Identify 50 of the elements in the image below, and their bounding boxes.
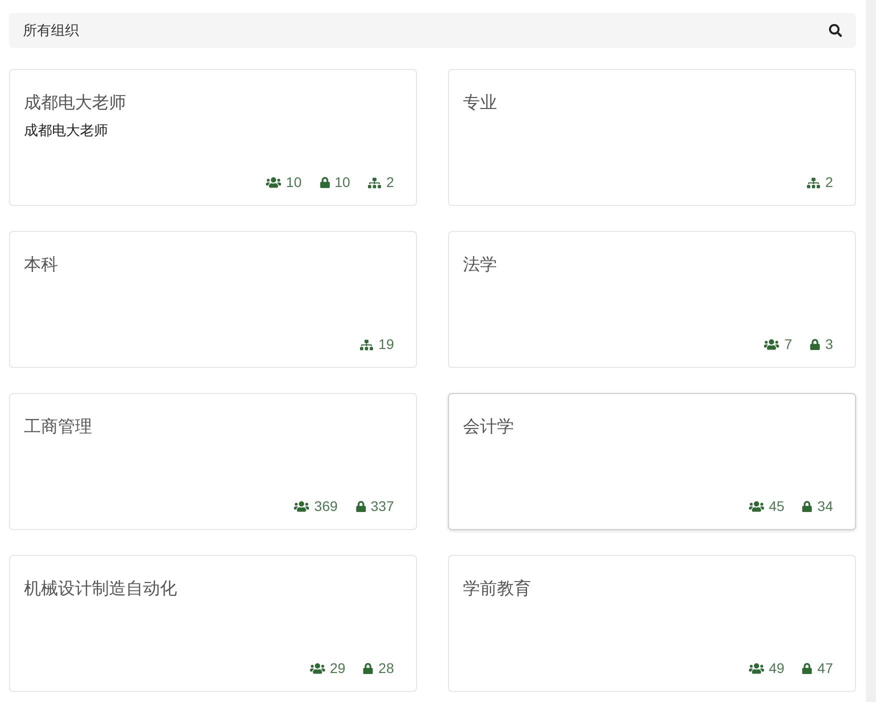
stat-count: 3 <box>825 335 833 354</box>
users-icon <box>748 500 764 513</box>
organization-card[interactable]: 专业 2 <box>448 69 856 206</box>
stat-count: 2 <box>825 173 833 192</box>
card-subtitle: 成都电大老师 <box>24 121 109 140</box>
stat-count: 369 <box>314 497 338 516</box>
organization-card[interactable]: 法学 7 3 <box>448 231 856 368</box>
users-icon <box>748 662 764 675</box>
card-title: 会计学 <box>463 416 515 438</box>
organization-card[interactable]: 本科 19 <box>9 231 417 368</box>
stat-count: 29 <box>330 659 346 678</box>
stat-count: 34 <box>817 497 833 516</box>
organization-card[interactable]: 成都电大老师 成都电大老师 10 10 2 <box>9 69 417 206</box>
lock-icon <box>363 663 374 674</box>
sitemap-icon <box>368 176 382 188</box>
stat-count: 10 <box>334 173 350 192</box>
sitemap-icon <box>807 176 820 188</box>
lock-icon <box>810 339 820 350</box>
sitemap-icon <box>360 338 374 350</box>
search-icon[interactable] <box>829 24 842 37</box>
stat-count: 337 <box>370 497 394 516</box>
search-value: 所有组织 <box>23 21 79 40</box>
card-title: 机械设计制造自动化 <box>24 578 178 600</box>
lock-icon <box>802 501 812 512</box>
organization-card[interactable]: 会计学 45 34 <box>448 393 856 530</box>
stat-count: 47 <box>817 659 833 678</box>
card-title: 工商管理 <box>24 416 93 438</box>
search-bar[interactable]: 所有组织 <box>9 13 856 48</box>
lock-icon <box>802 663 812 674</box>
card-title: 专业 <box>463 92 498 114</box>
card-title: 成都电大老师 <box>24 92 127 114</box>
users-icon <box>764 338 780 351</box>
users-icon <box>310 662 325 675</box>
users-icon <box>294 500 310 513</box>
organization-card[interactable]: 机械设计制造自动化 29 28 <box>9 555 417 692</box>
card-title: 本科 <box>24 254 59 276</box>
card-title: 法学 <box>463 254 498 276</box>
stat-count: 19 <box>378 335 394 354</box>
organization-card[interactable]: 工商管理 369 337 <box>9 393 417 530</box>
organization-card[interactable]: 学前教育 49 47 <box>448 555 856 692</box>
card-title: 学前教育 <box>463 578 532 600</box>
lock-icon <box>320 177 330 188</box>
stat-count: 10 <box>286 173 302 192</box>
stat-count: 45 <box>768 497 784 516</box>
users-icon <box>266 176 282 189</box>
lock-icon <box>356 501 366 512</box>
stat-count: 2 <box>386 173 394 192</box>
stat-count: 28 <box>378 659 394 678</box>
stat-count: 49 <box>768 659 784 678</box>
stat-count: 7 <box>784 335 792 354</box>
